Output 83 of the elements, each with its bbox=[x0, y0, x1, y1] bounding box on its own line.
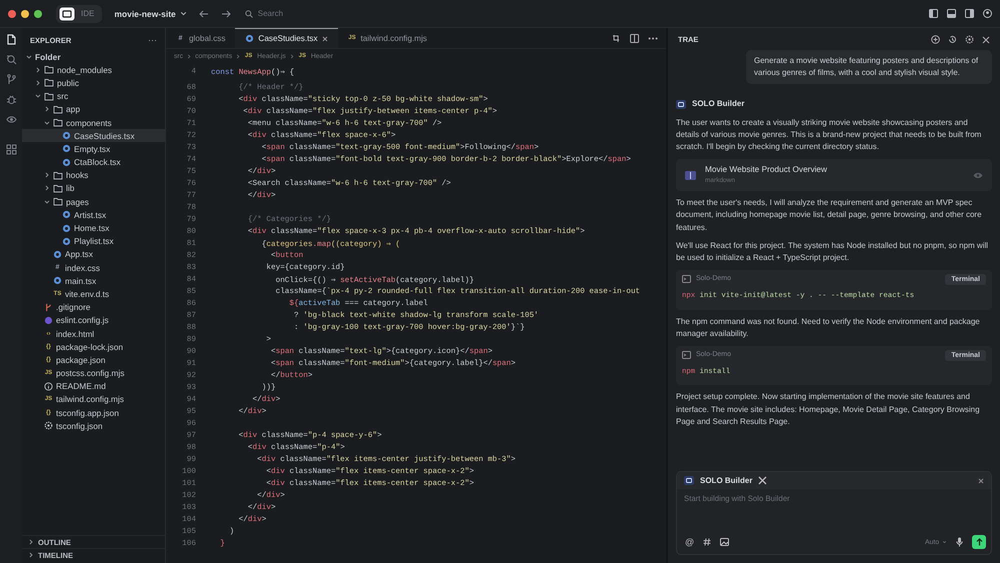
panel-bottom-icon[interactable] bbox=[947, 9, 956, 18]
solo-mode-icon[interactable] bbox=[59, 6, 75, 20]
folder-item[interactable]: components bbox=[22, 116, 165, 130]
chevron-icon bbox=[44, 198, 50, 205]
mode-option[interactable]: IDE bbox=[81, 9, 94, 18]
more-icon[interactable] bbox=[648, 36, 658, 40]
branch-icon bbox=[44, 302, 53, 312]
close-icon[interactable] bbox=[322, 36, 328, 42]
close-icon[interactable] bbox=[978, 478, 984, 484]
close-window-button[interactable] bbox=[8, 10, 16, 18]
message-text: We'll use React for this project. The system has Node installed but no pnpm, so npm will be used to initialize a React + TypeScript project. bbox=[676, 240, 990, 264]
message-text: Project setup complete. Now starting implementation of the movie site features and interface. The movie site includes: Homepage, Movie Detail Page, Category Browsing Page and Search Results Page. bbox=[676, 391, 981, 428]
files-icon[interactable] bbox=[6, 34, 16, 45]
chevron-icon bbox=[44, 120, 50, 126]
editor-tab[interactable]: CaseStudies.tsx bbox=[235, 28, 338, 48]
file-item[interactable]: Playlist.tsx bbox=[22, 234, 165, 248]
project-selector[interactable]: movie-new-site bbox=[114, 8, 187, 18]
search-icon[interactable] bbox=[6, 54, 16, 65]
document-title: Movie Website Product Overview bbox=[705, 164, 828, 176]
file-item[interactable]: eslint.config.js bbox=[22, 314, 165, 327]
agent-name: SOLO Builder bbox=[692, 98, 744, 110]
eye-icon[interactable] bbox=[6, 114, 16, 125]
file-item[interactable]: CtaBlock.tsx bbox=[22, 156, 165, 169]
document-icon bbox=[685, 170, 696, 180]
file-item[interactable]: README.md bbox=[22, 380, 165, 393]
more-button[interactable]: ··· bbox=[148, 35, 157, 45]
chevron-icon bbox=[28, 539, 34, 545]
file-item[interactable]: Artist.tsx bbox=[22, 208, 165, 222]
sidebar-left-icon[interactable] bbox=[929, 9, 938, 18]
user-message: Generate a movie website featuring posters and descriptions of various genres of films, with a cool and stylish visual style. bbox=[746, 50, 992, 84]
terminal-icon bbox=[682, 351, 691, 360]
folder-item[interactable]: src bbox=[22, 90, 165, 103]
add-icon[interactable] bbox=[931, 35, 940, 44]
branch-icon[interactable] bbox=[6, 74, 16, 85]
folder-item[interactable]: public bbox=[22, 76, 165, 90]
folder-item[interactable]: app bbox=[22, 102, 165, 116]
hash-icon[interactable] bbox=[703, 538, 712, 546]
bug-icon[interactable] bbox=[6, 94, 16, 105]
account-icon[interactable] bbox=[983, 9, 992, 18]
image-icon[interactable] bbox=[720, 538, 730, 546]
terminal-icon bbox=[682, 275, 691, 284]
file-item[interactable]: Empty.tsx bbox=[22, 142, 165, 156]
search-icon bbox=[244, 10, 253, 18]
info-icon bbox=[44, 382, 53, 391]
message-text: The npm command was not found. Need to verify the Node environment and package manager availability. bbox=[676, 316, 981, 340]
split-editor-icon[interactable] bbox=[630, 34, 639, 42]
sidebar-right-icon[interactable] bbox=[965, 9, 974, 18]
folder-item[interactable]: node_modules bbox=[22, 63, 165, 76]
agent-name: SOLO Builder bbox=[700, 476, 752, 485]
minimize-window-button[interactable] bbox=[21, 10, 29, 18]
forward-arrow-icon[interactable] bbox=[220, 10, 231, 18]
chevron-icon bbox=[290, 54, 294, 58]
folder-item[interactable]: Folder bbox=[22, 50, 165, 64]
file-item[interactable]: main.tsx bbox=[22, 274, 165, 288]
mention-icon[interactable]: @ bbox=[685, 537, 694, 547]
chevron-icon bbox=[28, 552, 34, 558]
message-text: The user wants to create a visually striking movie website showcasing posters and details of various movie genres. This is a brand-new project that needs to be built from scratch. I'll begin by checking the current directory status. bbox=[676, 116, 982, 154]
microphone-icon[interactable] bbox=[956, 537, 963, 547]
settings-icon[interactable] bbox=[965, 35, 974, 44]
bot-icon bbox=[676, 100, 686, 109]
back-arrow-icon[interactable] bbox=[198, 10, 209, 18]
caret-icon bbox=[942, 540, 947, 544]
chevron-icon bbox=[187, 54, 192, 58]
bot-icon bbox=[684, 476, 694, 485]
arrow-up-icon bbox=[976, 538, 982, 546]
file-item[interactable]: tsconfig.json bbox=[22, 419, 165, 432]
maximize-window-button[interactable] bbox=[34, 10, 42, 18]
message-text: To meet the user's needs, I will analyze the requirement and generate an MVP spec document, including homepage movie list, detail page, genre browsing, and other core features. bbox=[676, 197, 983, 234]
send-button[interactable] bbox=[972, 535, 986, 549]
history-icon[interactable] bbox=[948, 35, 957, 44]
grid-icon[interactable] bbox=[6, 144, 16, 155]
circle-icon bbox=[44, 316, 53, 325]
search-field[interactable]: Search bbox=[258, 9, 338, 18]
folder-item[interactable]: pages bbox=[22, 195, 165, 208]
folder-item[interactable]: hooks bbox=[22, 168, 165, 182]
file-item[interactable]: Home.tsx bbox=[22, 221, 165, 235]
folder-item[interactable]: lib bbox=[22, 182, 165, 196]
chevron-icon bbox=[236, 54, 240, 58]
file-item[interactable]: CaseStudies.tsx bbox=[22, 129, 165, 142]
close-icon[interactable] bbox=[982, 36, 990, 44]
file-item[interactable]: .gitignore bbox=[22, 300, 165, 314]
file-item[interactable]: App.tsx bbox=[22, 248, 165, 261]
chevron-icon bbox=[180, 10, 187, 17]
